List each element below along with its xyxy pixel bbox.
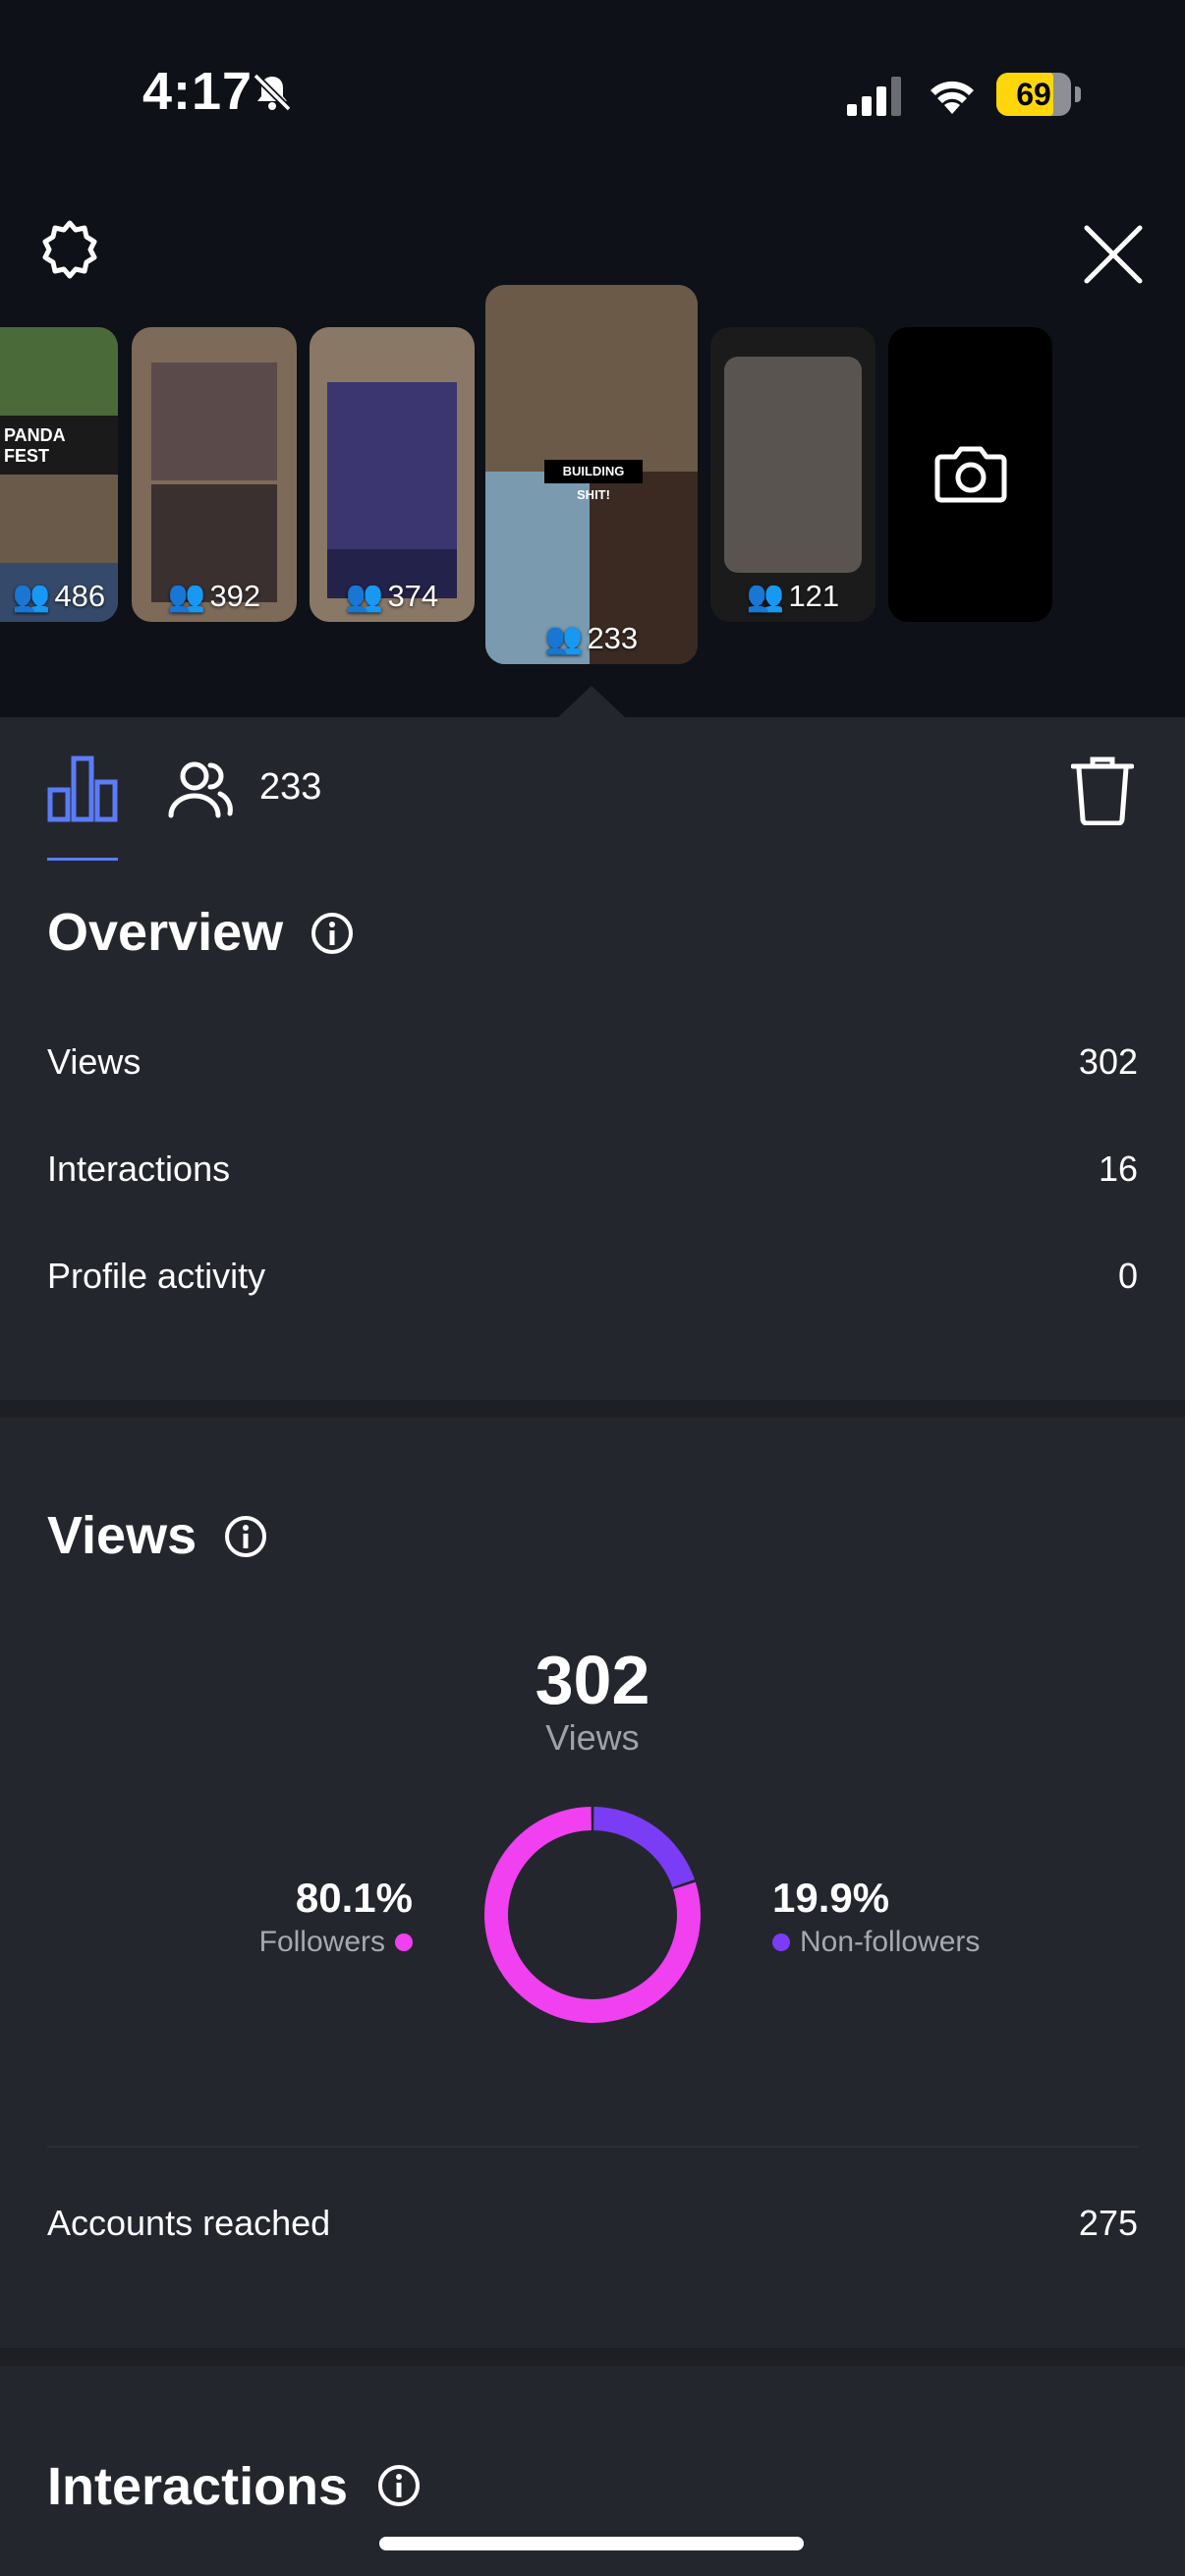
signal-icon — [847, 77, 901, 116]
people-icon: 👥 — [12, 579, 51, 613]
bar-chart-icon[interactable] — [47, 755, 118, 823]
battery-icon: 69 — [996, 73, 1081, 116]
story-caption: PANDA FEST — [4, 425, 65, 466]
add-story-button[interactable] — [888, 327, 1052, 622]
section-divider — [0, 2348, 1185, 2366]
views-total-label: Views — [545, 1717, 640, 1758]
trash-icon[interactable] — [1071, 755, 1134, 825]
donut-slice-nonfollowers — [592, 1807, 695, 1888]
row-divider — [47, 2146, 1138, 2148]
followers-percent: 80.1% — [295, 1875, 413, 1921]
overview-row-label: Views — [47, 1041, 141, 1082]
overview-row-value: 16 — [1098, 1148, 1138, 1189]
followers-label: Followers — [258, 1926, 385, 1958]
story-thumbnail[interactable]: PANDA FEST 👥 486 — [0, 327, 118, 622]
story-viewer-count: 👥 392 — [167, 578, 261, 614]
camera-icon — [934, 446, 1007, 503]
home-indicator — [379, 2537, 804, 2550]
story-thumbnail[interactable]: 👥 392 — [132, 327, 297, 622]
followers-legend: Followers — [157, 1926, 413, 1959]
accounts-reached-label: Accounts reached — [47, 2203, 331, 2243]
overview-title: Overview — [47, 903, 284, 962]
story-viewer-count: 👥 233 — [544, 620, 639, 656]
tab-underline — [47, 858, 118, 861]
info-icon[interactable] — [224, 1515, 267, 1558]
viewers-count[interactable]: 233 — [259, 766, 321, 809]
nonfollowers-legend: Non-followers — [772, 1926, 980, 1959]
people-icon[interactable] — [165, 758, 234, 821]
people-icon: 👥 — [345, 579, 384, 613]
people-icon: 👥 — [544, 621, 584, 655]
story-viewer-count: 👥 374 — [345, 578, 439, 614]
info-icon[interactable] — [377, 2464, 421, 2507]
story-thumbnail[interactable]: 👥 121 — [710, 327, 875, 622]
nonfollowers-percent: 19.9% — [772, 1875, 890, 1921]
section-divider — [0, 1400, 1185, 1418]
status-time: 4:17 — [142, 62, 254, 121]
bell-slash-icon — [253, 73, 292, 112]
story-viewer-count: 👥 121 — [746, 578, 840, 614]
overview-row-label: Interactions — [47, 1148, 231, 1189]
interactions-title: Interactions — [47, 2457, 349, 2516]
views-total: 302 — [535, 1642, 650, 1718]
people-icon: 👥 — [167, 579, 206, 613]
wifi-icon — [931, 81, 974, 114]
selected-pointer — [558, 686, 625, 717]
story-viewer-count: 👥 486 — [12, 578, 106, 614]
overview-row-value: 0 — [1117, 1256, 1138, 1296]
info-icon[interactable] — [310, 912, 354, 955]
views-title: Views — [47, 1506, 198, 1565]
people-icon: 👥 — [746, 579, 785, 613]
accounts-reached-value: 275 — [1078, 2203, 1138, 2243]
overview-row-label: Profile activity — [47, 1256, 266, 1296]
nonfollowers-label: Non-followers — [800, 1926, 981, 1958]
nonfollowers-dot — [772, 1933, 790, 1951]
story-caption: BUILDING SHIT! — [544, 460, 643, 502]
followers-dot — [395, 1933, 413, 1951]
story-thumbnail-selected[interactable]: BUILDING SHIT! 👥 233 — [485, 285, 698, 664]
overview-row-value: 302 — [1078, 1041, 1138, 1082]
gear-icon[interactable] — [35, 218, 104, 287]
story-thumbnail[interactable]: 👥 374 — [310, 327, 475, 622]
close-icon[interactable] — [1079, 220, 1148, 289]
battery-level: 69 — [1016, 77, 1051, 112]
views-donut-chart — [484, 1807, 701, 2023]
